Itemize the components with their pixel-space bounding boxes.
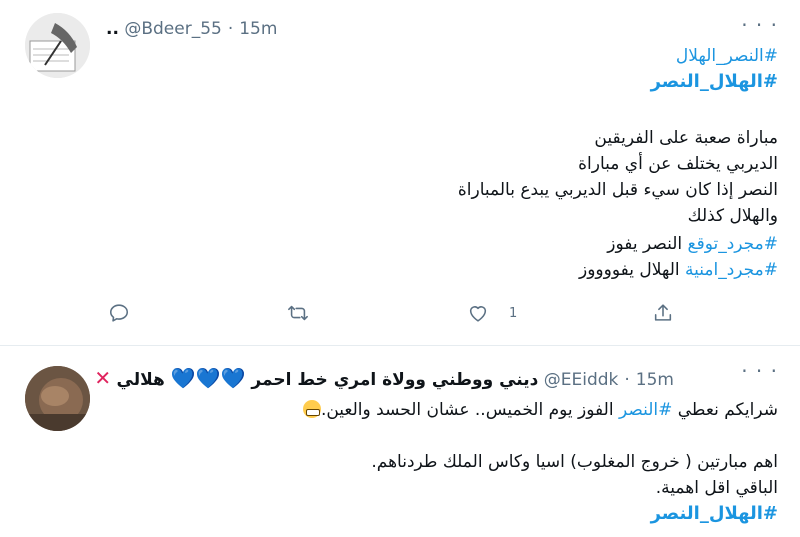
text-line: #مجرد_توقع النصر يفوز (106, 231, 778, 257)
text-fragment: النصر يفوز (607, 234, 688, 254)
text-line: النصر إذا كان سيء قبل الديربي يبدع بالمب… (457, 180, 778, 200)
reply-button[interactable] (108, 302, 130, 324)
tweet-text: شرايكم نعطي #النصر الفوز يوم الخميس.. عش… (106, 397, 778, 527)
tweet-actions: 1 (106, 302, 686, 332)
tweet-text: #النصر_الهلال #الهلال_النصر مباراة صعبة … (106, 43, 778, 283)
name-text: ديني ووطني وولاة امري خط احمر (251, 370, 539, 390)
text-line: اهم مبارتين ( خروج المغلوب) اسيا وكاس ال… (371, 452, 778, 472)
text-fragment: الفوز يوم الخميس.. عشان الحسد والعين. (320, 400, 619, 420)
hashtag-link[interactable]: #الهلال_النصر (106, 501, 778, 527)
text-fragment: الهلال يفووووز (579, 260, 686, 280)
like-count: 1 (509, 305, 518, 321)
hashtag-link[interactable]: #مجرد_توقع (688, 234, 778, 254)
reply-icon (109, 304, 129, 322)
blue-heart-icon: 💙💙💙 (170, 366, 246, 390)
hashtag-link[interactable]: #مجرد_امنية (685, 260, 778, 280)
hashtag-link[interactable]: #النصر_الهلال (106, 43, 778, 69)
cross-mark-icon: ✕ (94, 366, 112, 390)
tweet-card[interactable]: .. @Bdeer_55 · 15m · · · #النصر_الهلال #ال… (0, 0, 800, 345)
share-button[interactable] (652, 302, 674, 324)
hashtag-link[interactable]: #النصر (619, 400, 672, 420)
avatar-image (25, 366, 90, 431)
retweet-icon (288, 305, 308, 321)
timestamp[interactable]: 15m (239, 19, 277, 39)
heart-icon (469, 306, 487, 322)
text-line: والهلال كذلك (687, 206, 778, 226)
retweet-button[interactable] (287, 302, 309, 324)
handle[interactable]: @Bdeer_55 (124, 19, 222, 39)
text-line: الديربي يختلف عن أي مباراة (578, 154, 778, 174)
like-button[interactable]: 1 (467, 302, 517, 324)
handle[interactable]: @EEiddk (544, 370, 619, 390)
display-name[interactable]: ديني ووطني وولاة امري خط احمر 💙💙💙 هلالي (116, 366, 539, 390)
hashtag-link[interactable]: #الهلال_النصر (106, 69, 778, 99)
text-line: مباراة صعبة على الفريقين (594, 128, 778, 148)
avatar[interactable] (25, 13, 90, 78)
name-text: هلالي (116, 370, 165, 390)
avatar-image (25, 13, 90, 78)
avatar[interactable] (25, 366, 90, 431)
tweet-header: ✕ ديني ووطني وولاة امري خط احمر 💙💙💙 هلال… (94, 366, 674, 390)
display-name[interactable]: .. (106, 19, 119, 39)
text-line: شرايكم نعطي #النصر الفوز يوم الخميس.. عش… (106, 397, 778, 423)
more-options-icon[interactable]: · · · (741, 361, 778, 381)
grimacing-face-icon (302, 400, 321, 418)
more-options-icon[interactable]: · · · (741, 15, 778, 35)
text-line: الباقي اقل اهمية. (655, 478, 778, 498)
tweet-header: .. @Bdeer_55 · 15m (106, 19, 278, 39)
text-fragment: شرايكم نعطي (672, 400, 778, 420)
text-line: #مجرد_امنية الهلال يفووووز (106, 257, 778, 283)
share-icon (654, 304, 672, 321)
timestamp[interactable]: 15m (636, 370, 674, 390)
